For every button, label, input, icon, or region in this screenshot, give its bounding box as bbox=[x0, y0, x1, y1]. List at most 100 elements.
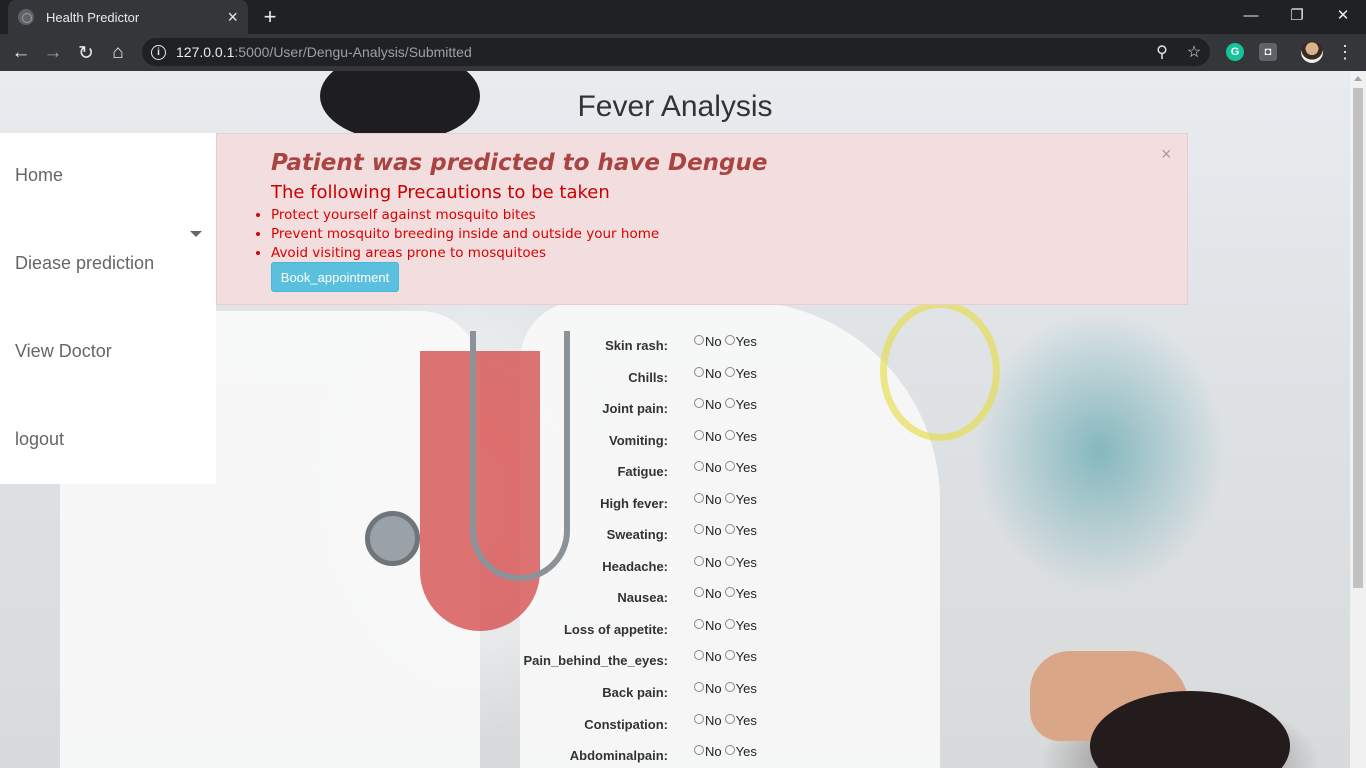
radio-yes[interactable] bbox=[724, 460, 735, 471]
radio-no[interactable] bbox=[694, 649, 704, 660]
radio-yes[interactable] bbox=[724, 397, 735, 408]
radio-yes[interactable] bbox=[724, 523, 735, 534]
sidebar-item-disease-prediction[interactable]: Diease prediction bbox=[15, 253, 154, 274]
alert-close-icon[interactable]: × bbox=[1161, 144, 1172, 165]
option-label: Yes bbox=[735, 618, 757, 633]
symptom-row: Pain_behind_the_eyes: No Yes bbox=[430, 649, 830, 673]
radio-no[interactable] bbox=[694, 397, 704, 408]
bookmark-star-icon[interactable]: ☆ bbox=[1184, 42, 1204, 62]
symptom-label: Chills: bbox=[628, 370, 668, 385]
list-item: Prevent mosquito breeding inside and out… bbox=[271, 225, 659, 244]
sidebar-item-logout[interactable]: logout bbox=[15, 429, 64, 450]
scroll-up-arrow-icon[interactable] bbox=[1354, 76, 1362, 81]
radio-no[interactable] bbox=[694, 366, 704, 377]
address-bar[interactable]: i 127.0.0.1:5000/User/Dengu-Analysis/Sub… bbox=[142, 38, 1210, 66]
symptom-row: High fever: No Yes bbox=[430, 492, 830, 516]
window-close-icon[interactable]: ✕ bbox=[1320, 0, 1366, 30]
tab-title: Health Predictor bbox=[46, 9, 140, 25]
radio-yes[interactable] bbox=[724, 744, 735, 755]
radio-yes[interactable] bbox=[724, 713, 735, 724]
symptom-label: Abdominalpain: bbox=[569, 748, 668, 763]
symptom-row: Nausea: No Yes bbox=[430, 586, 830, 610]
option-label: Yes bbox=[735, 681, 757, 696]
restore-icon[interactable]: ❐ bbox=[1274, 0, 1320, 30]
radio-no[interactable] bbox=[694, 555, 704, 566]
option-label: Yes bbox=[735, 334, 757, 349]
symptom-label: Joint pain: bbox=[602, 401, 668, 416]
radio-no[interactable] bbox=[694, 523, 704, 534]
list-item: Protect yourself against mosquito bites bbox=[271, 206, 659, 225]
book-appointment-button[interactable]: Book_appointment bbox=[271, 262, 399, 292]
symptom-row: Joint pain: No Yes bbox=[430, 397, 830, 421]
option-label: Yes bbox=[735, 586, 757, 601]
symptom-row: Vomiting: No Yes bbox=[430, 429, 830, 453]
radio-no[interactable] bbox=[694, 744, 704, 755]
scrollbar-thumb[interactable] bbox=[1353, 88, 1363, 588]
minimize-icon[interactable]: — bbox=[1228, 0, 1274, 30]
sidebar-item-view-doctor[interactable]: View Doctor bbox=[15, 341, 112, 362]
radio-no[interactable] bbox=[694, 492, 704, 503]
page-viewport: Fever Analysis Home Diease prediction Vi… bbox=[0, 71, 1350, 768]
radio-yes[interactable] bbox=[724, 681, 735, 692]
radio-yes[interactable] bbox=[724, 492, 735, 503]
browser-toolbar: ← → ↻ ⌂ i 127.0.0.1:5000/User/Dengu-Anal… bbox=[0, 34, 1366, 71]
option-label: No bbox=[705, 334, 722, 349]
symptom-label: Skin rash: bbox=[605, 338, 668, 353]
symptom-row: Sweating: No Yes bbox=[430, 523, 830, 547]
radio-no[interactable] bbox=[694, 618, 704, 629]
option-label: Yes bbox=[735, 713, 757, 728]
option-label: No bbox=[705, 649, 722, 664]
radio-yes[interactable] bbox=[724, 618, 735, 629]
globe-icon bbox=[18, 9, 34, 25]
new-tab-button[interactable]: + bbox=[258, 4, 282, 30]
radio-no[interactable] bbox=[694, 586, 704, 597]
back-icon[interactable]: ← bbox=[8, 40, 34, 66]
page-title: Fever Analysis bbox=[577, 90, 773, 123]
option-label: No bbox=[705, 523, 722, 538]
radio-yes[interactable] bbox=[724, 586, 735, 597]
forward-icon[interactable]: → bbox=[40, 40, 66, 66]
reload-icon[interactable]: ↻ bbox=[73, 40, 99, 66]
radio-no[interactable] bbox=[694, 681, 704, 692]
symptom-row: Abdominalpain: No Yes bbox=[430, 744, 830, 768]
symptom-row: Headache: No Yes bbox=[430, 555, 830, 579]
symptom-label: High fever: bbox=[600, 496, 668, 511]
radio-no[interactable] bbox=[694, 460, 704, 471]
url-text: 127.0.0.1:5000/User/Dengu-Analysis/Submi… bbox=[176, 44, 472, 60]
radio-no[interactable] bbox=[694, 334, 704, 345]
symptom-label: Vomiting: bbox=[609, 433, 668, 448]
browser-tab[interactable]: Health Predictor × bbox=[8, 0, 248, 34]
option-label: No bbox=[705, 744, 722, 759]
option-label: No bbox=[705, 681, 722, 696]
symptom-row: Skin rash: No Yes bbox=[430, 334, 830, 358]
symptom-label: Loss of appetite: bbox=[563, 622, 668, 637]
option-label: Yes bbox=[735, 555, 757, 570]
precautions-heading: The following Precautions to be taken bbox=[271, 182, 610, 203]
site-info-icon[interactable]: i bbox=[151, 44, 166, 60]
extension-icon[interactable]: ◘ bbox=[1259, 43, 1277, 61]
zoom-icon[interactable]: ⚲ bbox=[1152, 42, 1172, 62]
radio-no[interactable] bbox=[694, 429, 704, 440]
precautions-list: Protect yourself against mosquito bites … bbox=[271, 206, 659, 263]
browser-menu-icon[interactable]: ⋮ bbox=[1336, 40, 1354, 64]
grammarly-extension-icon[interactable]: G bbox=[1226, 43, 1244, 61]
radio-no[interactable] bbox=[694, 713, 704, 724]
stethoscope-chestpiece bbox=[365, 511, 420, 566]
option-label: Yes bbox=[735, 460, 757, 475]
radio-yes[interactable] bbox=[724, 555, 735, 566]
symptom-row: Back pain: No Yes bbox=[430, 681, 830, 705]
radio-yes[interactable] bbox=[724, 429, 735, 440]
tab-close-icon[interactable]: × bbox=[227, 8, 238, 26]
radio-yes[interactable] bbox=[724, 334, 735, 345]
caret-down-icon[interactable] bbox=[190, 231, 202, 237]
radio-yes[interactable] bbox=[724, 649, 735, 660]
home-icon[interactable]: ⌂ bbox=[105, 40, 131, 66]
vertical-scrollbar[interactable] bbox=[1350, 71, 1366, 768]
option-label: Yes bbox=[735, 366, 757, 381]
symptom-label: Headache: bbox=[602, 559, 668, 574]
sidebar-item-home[interactable]: Home bbox=[15, 165, 63, 186]
radio-yes[interactable] bbox=[724, 366, 735, 377]
option-label: No bbox=[705, 492, 722, 507]
option-label: No bbox=[705, 429, 722, 444]
profile-avatar[interactable] bbox=[1301, 41, 1323, 63]
